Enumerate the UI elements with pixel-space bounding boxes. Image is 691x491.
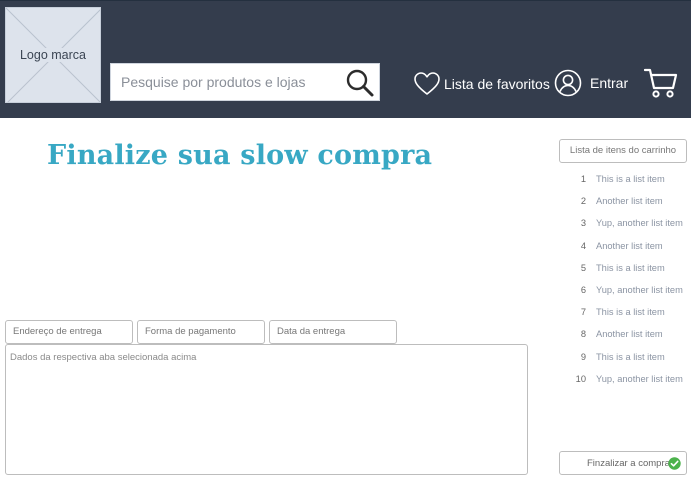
item-number: 7 [580, 307, 586, 318]
list-item[interactable]: 4 Another list item [566, 235, 691, 257]
list-item[interactable]: 8 Another list item [566, 323, 691, 345]
item-label: This is a list item [596, 307, 665, 318]
checkout-button[interactable]: Finzalizar a compra [559, 451, 687, 475]
list-item[interactable]: 3 Yup, another list item [566, 212, 691, 234]
top-header: Logo marca Lista de favoritos Entrar [0, 0, 691, 118]
search-button[interactable] [345, 68, 375, 98]
item-label: Yup, another list item [596, 373, 683, 384]
item-number: 5 [580, 262, 586, 273]
tab-delivery-address[interactable]: Endereço de entrega [5, 320, 133, 344]
checkout-label: Finzalizar a compra [587, 458, 670, 469]
item-label: Yup, another list item [596, 218, 683, 229]
heart-icon [414, 72, 440, 95]
item-number: 4 [580, 240, 586, 251]
item-number: 2 [580, 196, 586, 207]
item-number: 10 [575, 373, 586, 384]
list-item[interactable]: 2 Another list item [566, 190, 691, 212]
item-label: Another list item [596, 329, 663, 340]
login-label: Entrar [590, 75, 629, 91]
tab-content-panel: Dados da respectiva aba selecionada acim… [5, 344, 528, 475]
user-icon [554, 69, 582, 97]
cart-list-header[interactable]: Lista de itens do carrinho [559, 139, 687, 163]
list-item[interactable]: 9 This is a list item [566, 346, 691, 368]
item-label: This is a list item [596, 262, 665, 273]
list-item[interactable]: 7 This is a list item [566, 301, 691, 323]
list-item[interactable]: 5 This is a list item [566, 257, 691, 279]
search-bar [110, 63, 380, 101]
item-number: 3 [580, 218, 586, 229]
item-label: Another list item [596, 196, 663, 207]
cart-icon [643, 68, 678, 98]
login-link[interactable]: Entrar [554, 68, 628, 98]
tab-delivery-date[interactable]: Data da entrega [269, 320, 397, 344]
tab-payment-method[interactable]: Forma de pagamento [137, 320, 265, 344]
panel-text: Dados da respectiva aba selecionada acim… [10, 352, 197, 363]
page-title: Finalize sua slow compra [47, 140, 433, 171]
search-icon [346, 69, 374, 97]
item-number: 9 [580, 351, 586, 362]
cart-items-list: 1 This is a list item 2 Another list item … [566, 168, 691, 390]
check-circle-icon [668, 457, 681, 470]
item-label: This is a list item [596, 174, 665, 185]
list-item[interactable]: 1 This is a list item [566, 168, 691, 190]
item-number: 6 [580, 285, 586, 296]
item-label: Another list item [596, 240, 663, 251]
search-input[interactable] [121, 71, 341, 93]
list-item[interactable]: 10 Yup, another list item [566, 368, 691, 390]
favorites-link[interactable]: Lista de favoritos [414, 71, 550, 97]
logo-text: Logo marca [6, 48, 100, 62]
cart-button[interactable] [643, 67, 678, 99]
list-item[interactable]: 6 Yup, another list item [566, 279, 691, 301]
item-number: 1 [580, 174, 586, 185]
item-label: This is a list item [596, 351, 665, 362]
item-number: 8 [580, 329, 586, 340]
item-label: Yup, another list item [596, 285, 683, 296]
logo-placeholder[interactable]: Logo marca [5, 7, 101, 103]
favorites-label: Lista de favoritos [444, 76, 550, 92]
